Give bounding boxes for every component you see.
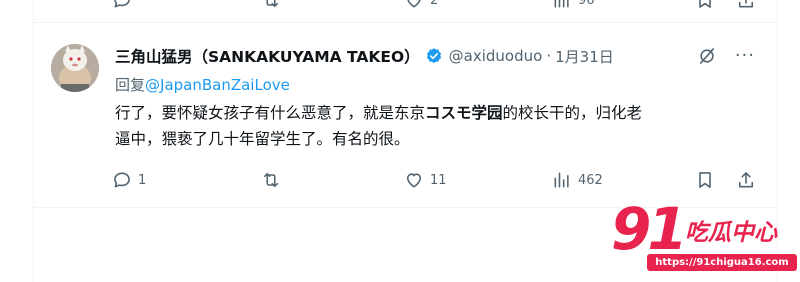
- views-button[interactable]: 462: [552, 170, 603, 190]
- prev-like-button[interactable]: 2: [404, 0, 438, 10]
- reply-icon: [114, 0, 130, 8]
- reply-context: 回复@JapanBanZaiLove: [115, 74, 290, 95]
- prev-view-count: 96: [578, 0, 595, 8]
- avatar[interactable]: [51, 44, 99, 92]
- previous-tweet-actions: 2 96: [34, 0, 777, 12]
- bookmark-button[interactable]: [695, 170, 715, 190]
- tweet-text-line-1: 行了，要怀疑女孩子有什么恶意了，就是东京コスモ学园的校长干的，归化老: [115, 100, 755, 126]
- like-button[interactable]: 11: [404, 170, 447, 190]
- watermark-url: https://91chigua16.com: [647, 254, 797, 271]
- tweet-header: 三角山猛男（SANKAKUYAMA TAKEO） @axiduoduo · 1月…: [115, 44, 614, 68]
- prev-reply-button[interactable]: [112, 0, 138, 10]
- reply-mention-link[interactable]: @JapanBanZaiLove: [145, 76, 290, 94]
- view-count: 462: [578, 172, 603, 188]
- retweet-button[interactable]: [261, 170, 287, 190]
- bookmark-icon: [699, 172, 711, 188]
- retweet-icon: [266, 0, 279, 8]
- reply-icon: [114, 172, 130, 188]
- tweet-text-segment: 行了，要怀疑女孩子有什么恶意了，就是东京: [115, 104, 426, 122]
- views-icon: [554, 0, 569, 8]
- more-options-button[interactable]: ···: [735, 46, 755, 66]
- tweet-actions: 1 11 462: [34, 170, 777, 194]
- share-icon: [738, 0, 754, 8]
- grok-icon[interactable]: [697, 46, 717, 66]
- heart-icon: [406, 173, 422, 188]
- views-icon: [554, 172, 569, 188]
- share-icon: [738, 172, 754, 188]
- reply-count: 1: [138, 172, 147, 188]
- prev-share-button[interactable]: [736, 0, 756, 10]
- watermark-number: 91: [611, 195, 688, 263]
- header-separator: ·: [546, 47, 552, 65]
- tweet-date[interactable]: 1月31日: [555, 46, 614, 67]
- tweet-text: 行了，要怀疑女孩子有什么恶意了，就是东京コスモ学园的校长干的，归化老 逼中，猥亵…: [115, 100, 755, 152]
- avatar-image: [51, 44, 99, 92]
- prev-like-count: 2: [430, 0, 439, 8]
- prev-views-button[interactable]: 96: [552, 0, 595, 10]
- like-count: 11: [430, 172, 447, 188]
- heart-icon: [407, 0, 421, 8]
- share-button[interactable]: [736, 170, 756, 190]
- verified-badge-icon[interactable]: [425, 47, 443, 65]
- reply-prefix: 回复: [115, 76, 146, 94]
- tweet-text-line-2: 逼中，猥亵了几十年留学生了。有名的很。: [115, 130, 410, 148]
- prev-retweet-button[interactable]: [261, 0, 287, 10]
- site-watermark: 91 吃瓜中心 https://91chigua16.com: [611, 200, 800, 280]
- bookmark-icon: [699, 0, 711, 8]
- prev-bookmark-button[interactable]: [695, 0, 715, 10]
- reply-button[interactable]: 1: [112, 170, 146, 190]
- tweet-top-right: ···: [697, 46, 755, 66]
- tweet-divider: [34, 22, 777, 23]
- tweet-text-bold: コスモ学园: [425, 104, 503, 122]
- author-name[interactable]: 三角山猛男（SANKAKUYAMA TAKEO）: [115, 45, 420, 67]
- author-handle[interactable]: @axiduoduo: [449, 47, 543, 65]
- retweet-icon: [263, 172, 279, 188]
- watermark-site-name: 吃瓜中心: [685, 220, 777, 246]
- tweet-text-segment: 的校长干的，归化老: [502, 104, 643, 122]
